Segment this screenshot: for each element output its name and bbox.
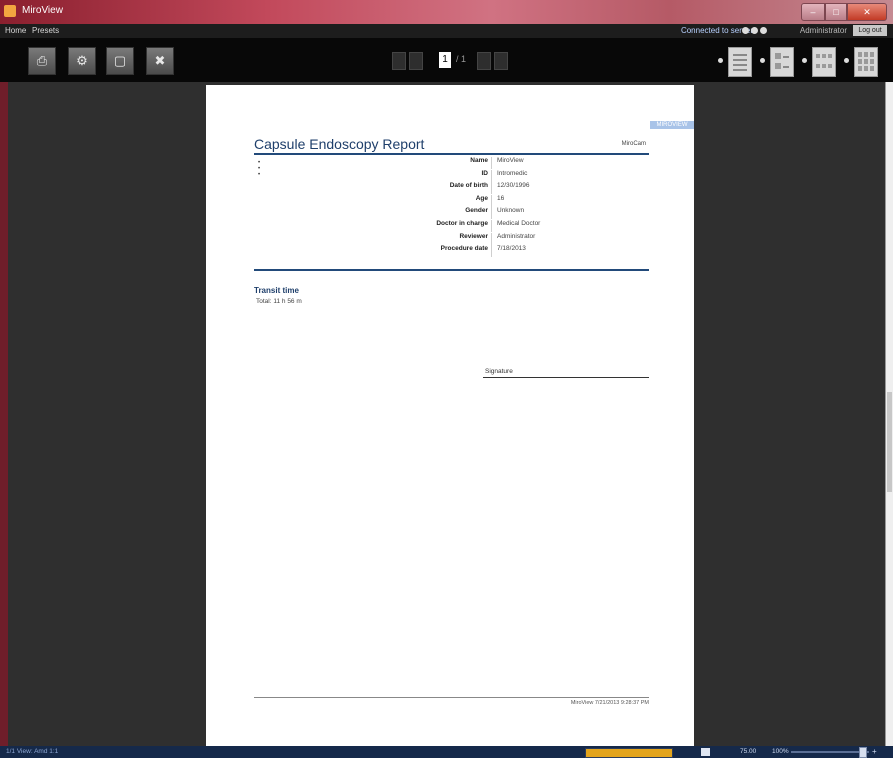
- three-column-view-button[interactable]: [812, 47, 836, 77]
- view-mode-radio-4[interactable]: [844, 58, 849, 63]
- info-label: Procedure date: [440, 245, 488, 253]
- report-logo: MIROVIEW: [650, 121, 694, 129]
- info-label: Name: [470, 157, 488, 164]
- status-bar: 1/1 View: Amd 1:1 75.00 100% +: [0, 746, 893, 758]
- view-mode-selector: [718, 47, 888, 77]
- info-label: Doctor in charge: [436, 219, 488, 227]
- report-title: Capsule Endoscopy Report: [254, 136, 425, 152]
- progress-bar: [585, 748, 673, 758]
- view-mode-radio-2[interactable]: [760, 58, 765, 63]
- info-label: Gender: [465, 207, 488, 215]
- info-row-name: Name MiroView: [356, 157, 649, 170]
- info-row-id: ID Intromedic: [356, 169, 649, 183]
- info-row-gender: Gender Unknown: [356, 207, 649, 220]
- menu-bar: Home Presets Connected to server Adminis…: [0, 24, 893, 38]
- gear-icon: ⚙: [76, 53, 88, 68]
- window-title: MiroView: [22, 5, 63, 16]
- info-separator: [491, 182, 492, 195]
- report-page: MIROVIEW Capsule Endoscopy Report MiroCa…: [206, 85, 694, 746]
- print-button[interactable]: ⎙: [28, 47, 56, 75]
- two-column-view-button[interactable]: [770, 47, 794, 77]
- footer-divider: [254, 697, 649, 698]
- window-controls: – □ ✕: [801, 3, 887, 21]
- window-frame-left: [0, 82, 8, 746]
- transit-time-heading: Transit time: [254, 286, 299, 295]
- info-label: Age: [475, 194, 488, 202]
- info-separator: [491, 245, 492, 258]
- menu-home[interactable]: Home: [5, 26, 26, 35]
- connection-indicator-icon: [742, 27, 767, 34]
- view-mode-radio-3[interactable]: [802, 58, 807, 63]
- info-row-doctor: Doctor in charge Medical Doctor: [356, 219, 649, 233]
- info-separator: [491, 169, 492, 182]
- progress-fill: [586, 749, 672, 757]
- close-window-button[interactable]: ✕: [847, 3, 887, 21]
- info-divider: [254, 269, 649, 271]
- previous-page-button[interactable]: [409, 52, 423, 70]
- info-label: ID: [481, 169, 489, 177]
- single-page-view-button[interactable]: [728, 47, 752, 77]
- info-row-age: Age 16: [356, 194, 649, 208]
- info-separator: [491, 194, 492, 207]
- toolbar: ⎙ ⚙ ▢ ✖ 1 / 1: [0, 38, 893, 82]
- info-separator: [491, 219, 492, 232]
- bullet-list: • • •: [258, 160, 260, 178]
- report-footer: MiroView 7/21/2013 9:28:37 PM: [570, 700, 649, 706]
- monitor-icon: [701, 748, 710, 756]
- logout-button[interactable]: Log out: [853, 25, 887, 36]
- settings-button[interactable]: ⚙: [68, 47, 96, 75]
- info-value: 7/18/2013: [497, 245, 526, 253]
- bullet: •: [258, 172, 261, 178]
- maximize-button[interactable]: □: [825, 3, 847, 21]
- page-total: / 1: [456, 54, 467, 64]
- window-title-bar: MiroView – □ ✕: [0, 0, 893, 24]
- info-value: Medical Doctor: [497, 219, 541, 227]
- close-icon: ✖: [154, 53, 166, 68]
- title-divider: [254, 153, 649, 155]
- minimize-button[interactable]: –: [801, 3, 825, 21]
- signature-label: Signature: [485, 368, 513, 375]
- info-separator: [491, 232, 492, 245]
- info-value: 16: [497, 194, 505, 202]
- zoom-percent: 100%: [772, 748, 789, 755]
- zoom-slider[interactable]: [791, 751, 869, 753]
- info-label: Reviewer: [459, 232, 488, 240]
- view-mode-radio-1[interactable]: [718, 58, 723, 63]
- zoom-in-icon[interactable]: +: [872, 747, 877, 756]
- info-value: Unknown: [497, 207, 525, 215]
- status-text: 1/1 View: Amd 1:1: [6, 748, 59, 755]
- info-label: Date of birth: [449, 182, 488, 190]
- app-icon: [4, 5, 16, 17]
- current-user: Administrator: [799, 26, 847, 35]
- printer-icon: ⎙: [36, 53, 48, 68]
- menu-presets[interactable]: Presets: [32, 26, 59, 35]
- info-value: Intromedic: [497, 169, 528, 177]
- info-row-dob: Date of birth 12/30/1996: [356, 182, 649, 195]
- signature-line: [483, 377, 649, 378]
- scrollbar-thumb[interactable]: [887, 392, 892, 492]
- transit-time-total: Total: 11 h 56 m: [256, 298, 302, 305]
- brand-label: MiroCam: [621, 141, 646, 147]
- first-page-button[interactable]: [392, 52, 406, 70]
- zoom-slider-handle[interactable]: [859, 747, 867, 758]
- vertical-scrollbar[interactable]: [885, 82, 893, 746]
- current-page-input[interactable]: 1: [439, 52, 451, 68]
- export-button[interactable]: ▢: [106, 47, 134, 75]
- info-separator: [491, 157, 492, 169]
- document-icon: ▢: [113, 53, 127, 68]
- info-separator: [491, 207, 492, 220]
- info-value: MiroView: [497, 157, 524, 164]
- info-value: Administrator: [497, 232, 536, 240]
- close-report-button[interactable]: ✖: [146, 47, 174, 75]
- info-value: 12/30/1996: [497, 182, 530, 190]
- info-row-reviewer: Reviewer Administrator: [356, 232, 649, 246]
- next-page-button[interactable]: [477, 52, 491, 70]
- zoom-value: 75.00: [740, 748, 757, 755]
- info-row-procedure-date: Procedure date 7/18/2013: [356, 245, 649, 258]
- patient-info-table: Name MiroView ID Intromedic Date of birt…: [356, 157, 649, 258]
- last-page-button[interactable]: [494, 52, 508, 70]
- grid-view-button[interactable]: [854, 47, 878, 77]
